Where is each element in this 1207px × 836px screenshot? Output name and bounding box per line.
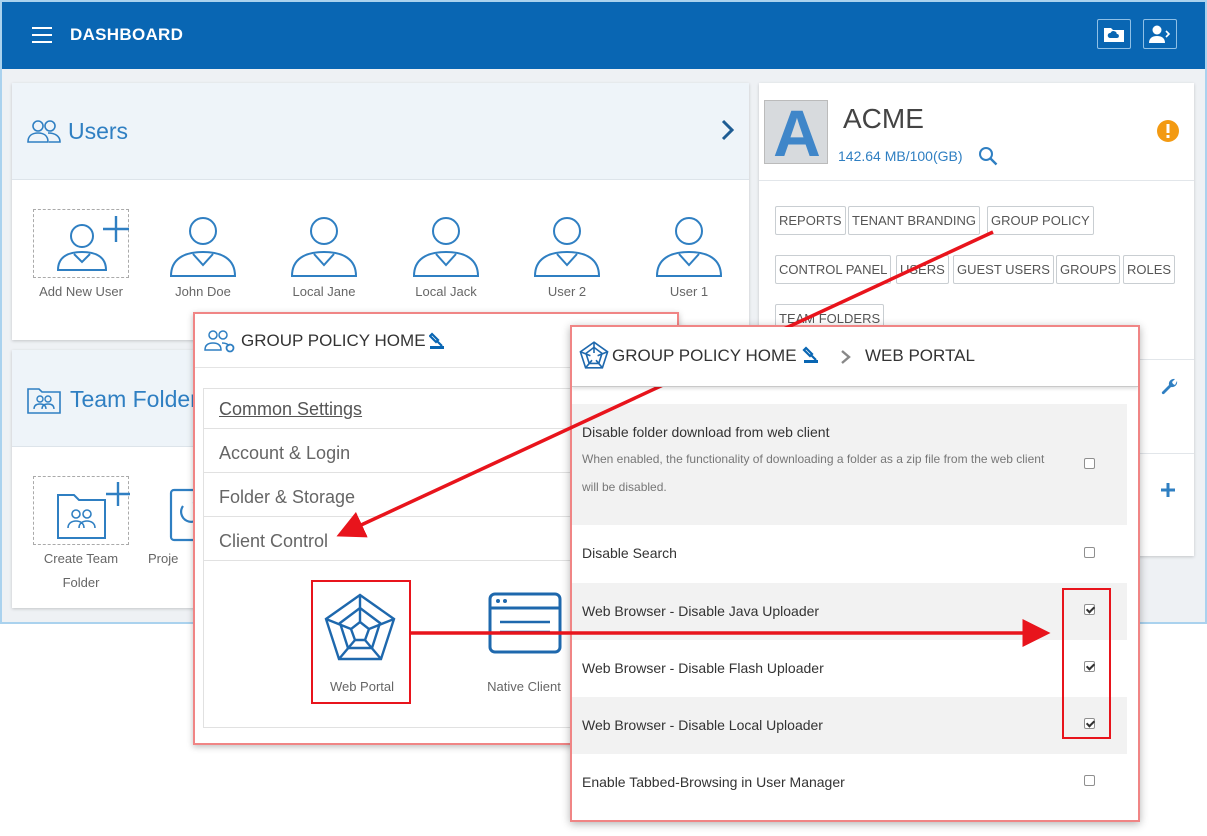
option-label: Web Browser - Disable Flash Uploader bbox=[582, 660, 824, 676]
menu-icon[interactable] bbox=[32, 27, 52, 43]
divider bbox=[759, 180, 1194, 181]
users-icon bbox=[27, 120, 61, 143]
page-title: DASHBOARD bbox=[70, 25, 184, 44]
user-tile-local-jack[interactable]: Local Jack bbox=[398, 209, 494, 309]
cloud-folder-icon[interactable] bbox=[1097, 19, 1131, 49]
highlight-box-web-portal bbox=[311, 580, 411, 704]
user-avatar-icon bbox=[655, 217, 723, 277]
create-folder-icon bbox=[33, 476, 130, 545]
web-portal-small-icon bbox=[579, 341, 609, 369]
option-row: Enable Tabbed-Browsing in User Manager bbox=[572, 754, 1127, 811]
user-menu-icon[interactable] bbox=[1143, 19, 1177, 49]
team-folders-card-title: Team Folders bbox=[70, 386, 210, 412]
tag-reports[interactable]: REPORTS bbox=[775, 206, 846, 235]
tag-groups[interactable]: GROUPS bbox=[1056, 255, 1121, 284]
users-card-title: Users bbox=[68, 118, 129, 144]
user-avatar-icon bbox=[533, 217, 601, 277]
users-card-header: Users bbox=[12, 83, 749, 180]
tag-guest-users[interactable]: GUEST USERS bbox=[953, 255, 1054, 284]
option-label: Disable Search bbox=[582, 545, 677, 561]
create-team-folder-tile[interactable]: Create Team Folder bbox=[33, 476, 130, 596]
tile-label: John Doe bbox=[175, 284, 231, 299]
group-policy-home-title: GROUP POLICY HOME bbox=[241, 331, 426, 350]
user-tile-user-1[interactable]: User 1 bbox=[641, 209, 737, 309]
checkbox-enable-tabbed-browsing[interactable] bbox=[1084, 775, 1095, 786]
tile-label: User 1 bbox=[669, 284, 709, 299]
add-user-icon bbox=[33, 209, 129, 278]
tenant-storage: 142.64 MB/100(GB) bbox=[838, 148, 963, 164]
tile-label: Local Jane bbox=[292, 284, 356, 299]
tenant-logo: A bbox=[764, 96, 828, 170]
breadcrumb-group-policy-home[interactable]: GROUP POLICY HOME bbox=[612, 346, 797, 366]
option-row: Web Browser - Disable Local Uploader bbox=[572, 697, 1127, 754]
option-row: Disable Search bbox=[572, 525, 1127, 583]
tile-label: Local Jack bbox=[415, 284, 477, 299]
add-new-user-tile[interactable]: Add New User bbox=[33, 209, 129, 359]
native-client-label: Native Client bbox=[487, 679, 561, 694]
user-avatar-icon bbox=[169, 217, 237, 277]
tag-group-policy[interactable]: GROUP POLICY bbox=[987, 206, 1094, 235]
option-label: Web Browser - Disable Java Uploader bbox=[582, 603, 820, 619]
tile-label: Create Team Folder bbox=[43, 551, 119, 590]
tile-label: User 2 bbox=[547, 284, 587, 299]
chevron-right-icon[interactable] bbox=[720, 118, 736, 142]
plus-icon[interactable] bbox=[1159, 481, 1177, 499]
tag-roles[interactable]: ROLES bbox=[1123, 255, 1176, 284]
checkbox-disable-search[interactable] bbox=[1084, 547, 1095, 558]
option-row: Disable folder download from web client … bbox=[572, 404, 1127, 525]
user-tile-user-2[interactable]: User 2 bbox=[519, 209, 615, 309]
wrench-icon[interactable] bbox=[1160, 378, 1180, 398]
policy-icon[interactable] bbox=[802, 346, 820, 364]
web-portal-panel: GROUP POLICY HOME WEB PORTAL Disable fol… bbox=[570, 325, 1140, 822]
users-card: Users Add New User John Doe Local Jane L… bbox=[12, 83, 749, 340]
option-row: Web Browser - Disable Flash Uploader bbox=[572, 640, 1127, 697]
option-row: Web Browser - Disable Java Uploader bbox=[572, 583, 1127, 640]
tenant-logo-letter: A bbox=[773, 96, 821, 170]
search-icon[interactable] bbox=[978, 146, 998, 166]
user-tile-john-doe[interactable]: John Doe bbox=[155, 209, 251, 309]
breadcrumb-web-portal: WEB PORTAL bbox=[865, 346, 975, 365]
tag-tenant-branding[interactable]: TENANT BRANDING bbox=[848, 206, 980, 235]
web-portal-header: GROUP POLICY HOME WEB PORTAL bbox=[572, 327, 1138, 387]
native-client-icon bbox=[488, 592, 562, 654]
user-avatar-icon bbox=[290, 217, 358, 277]
highlight-box-checkboxes bbox=[1062, 588, 1111, 739]
option-label: Web Browser - Disable Local Uploader bbox=[582, 717, 823, 733]
tag-control-panel[interactable]: CONTROL PANEL bbox=[775, 255, 892, 284]
chevron-right-icon bbox=[841, 350, 851, 364]
group-settings-icon bbox=[204, 330, 235, 353]
user-tile-local-jane[interactable]: Local Jane bbox=[276, 209, 372, 309]
option-description: When enabled, the functionality of downl… bbox=[582, 452, 1045, 494]
tag-users[interactable]: USERS bbox=[896, 255, 949, 284]
user-avatar-icon bbox=[412, 217, 480, 277]
option-label: Disable folder download from web client bbox=[582, 424, 830, 440]
policy-icon[interactable] bbox=[429, 332, 445, 350]
warning-icon[interactable] bbox=[1156, 119, 1180, 143]
team-folder-icon bbox=[27, 388, 61, 414]
tile-label: Add New User bbox=[39, 284, 123, 299]
top-bar: DASHBOARD bbox=[2, 2, 1205, 69]
option-label: Enable Tabbed-Browsing in User Manager bbox=[582, 774, 845, 790]
web-portal-options: Disable folder download from web client … bbox=[572, 388, 1138, 820]
native-client-button[interactable]: Native Client bbox=[469, 583, 579, 707]
tenant-name: ACME bbox=[843, 103, 924, 134]
checkbox-disable-folder-download[interactable] bbox=[1084, 458, 1095, 469]
